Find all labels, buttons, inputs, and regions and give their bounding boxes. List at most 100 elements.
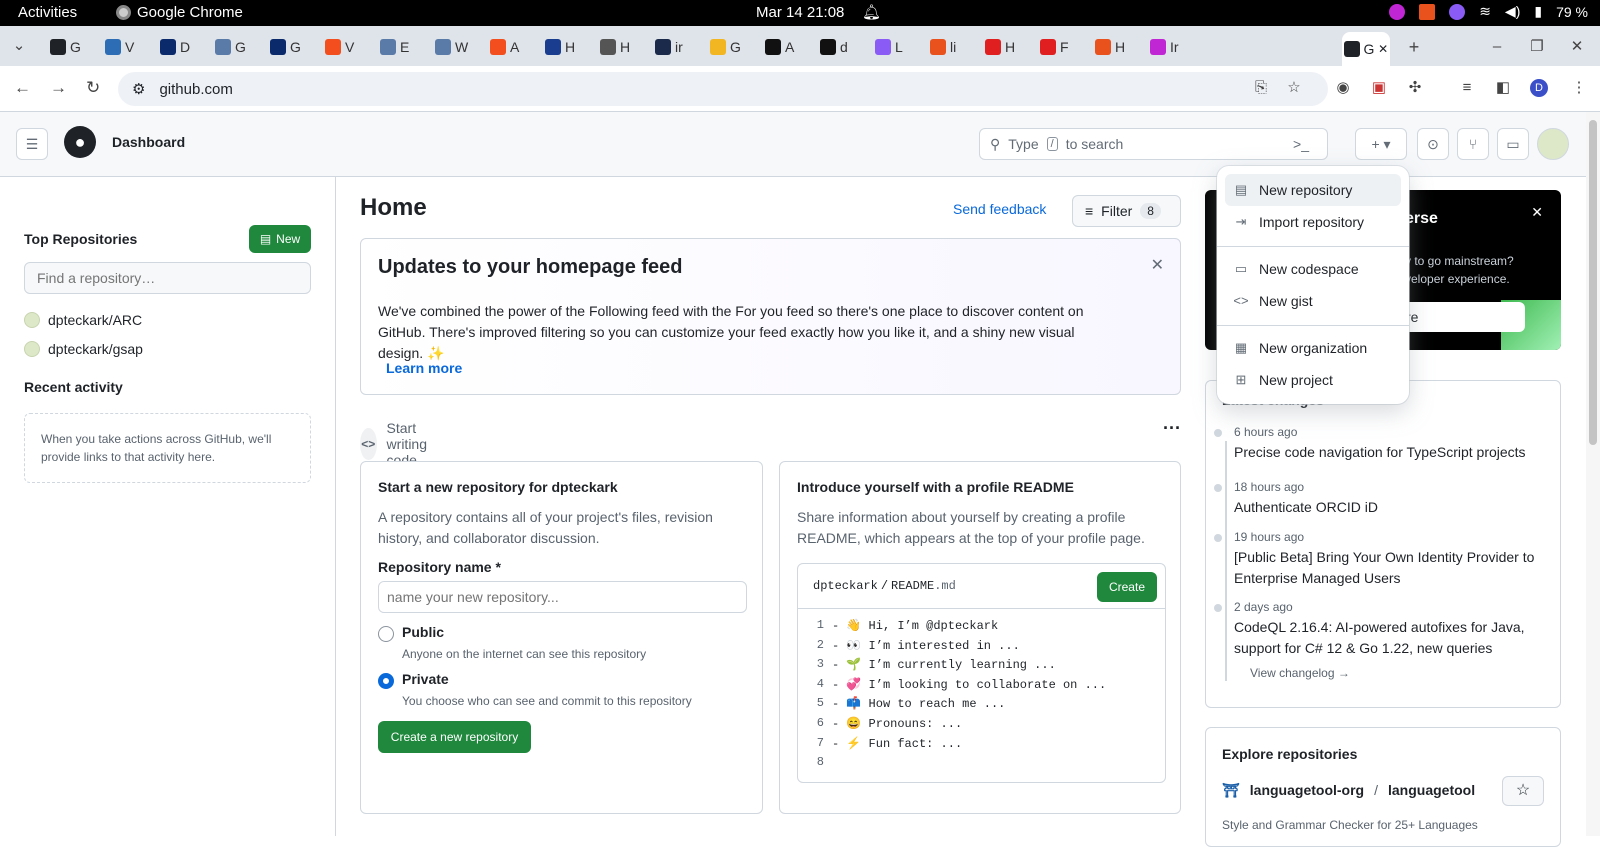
app-menu[interactable]: Google Chrome [116, 4, 243, 21]
extension-icon[interactable]: ◉ [1334, 79, 1352, 97]
browser-tab[interactable]: V [325, 35, 354, 59]
browser-tab[interactable]: d [820, 35, 848, 59]
restore-icon[interactable]: ❐ [1528, 38, 1546, 56]
browser-tab[interactable]: G [50, 35, 81, 59]
repo-link[interactable]: dpteckark/gsap [24, 341, 143, 357]
private-radio[interactable] [378, 673, 394, 689]
pull-requests-button[interactable]: ⑂ [1457, 128, 1489, 160]
active-tab[interactable]: G ✕ [1342, 32, 1390, 66]
git-pull-request-icon: ⑂ [1468, 136, 1478, 152]
browser-tab[interactable]: G [710, 35, 741, 59]
tab-search-chevron-icon[interactable]: ⌄ [10, 37, 28, 55]
browser-tab[interactable]: H [545, 35, 575, 59]
profile-avatar[interactable]: D [1530, 79, 1548, 97]
bookmark-star-icon[interactable]: ☆ [1285, 79, 1303, 97]
hamburger-menu-button[interactable]: ☰ [16, 128, 48, 160]
clock[interactable]: Mar 14 21:08 [756, 4, 844, 21]
close-icon[interactable]: ✕ [1531, 204, 1543, 221]
find-repository-input[interactable] [24, 262, 311, 294]
page-context-title[interactable]: Dashboard [112, 134, 185, 150]
tab-favicon [545, 39, 561, 55]
more-options-icon[interactable]: ··· [1163, 418, 1181, 439]
menu-item-new-organization[interactable]: ▦ New organization [1225, 332, 1401, 364]
browser-tab[interactable]: A [490, 35, 519, 59]
menu-item-new-project[interactable]: ⊞ New project [1225, 364, 1401, 396]
activities-button[interactable]: Activities [18, 4, 77, 21]
scrollbar-thumb[interactable] [1589, 120, 1597, 445]
issues-button[interactable]: ⊙ [1417, 128, 1449, 160]
search-input[interactable]: ⚲ Type / to search [979, 128, 1328, 160]
browser-tab[interactable]: Ir [1150, 35, 1179, 59]
close-tab-icon[interactable]: ✕ [1378, 42, 1388, 56]
command-palette-button[interactable]: >_ [1287, 128, 1315, 160]
send-feedback-link[interactable]: Send feedback [953, 201, 1063, 217]
close-icon[interactable]: ✕ [1151, 255, 1164, 275]
tab-title: G [730, 39, 741, 55]
changelog-item[interactable]: 18 hours ago Authenticate ORCID iD [1214, 480, 1544, 518]
promo-button[interactable]: re [1390, 302, 1525, 332]
new-tab-icon[interactable]: + [1405, 38, 1423, 56]
close-window-icon[interactable]: ✕ [1568, 38, 1586, 56]
learn-more-link[interactable]: Learn more [386, 360, 462, 376]
change-title: CodeQL 2.16.4: AI-powered autofixes for … [1234, 619, 1525, 656]
explore-repo-link[interactable]: ⛩ languagetool-org / languagetool [1222, 782, 1475, 799]
extension-icon[interactable]: ▣ [1370, 79, 1388, 97]
repo-name: languagetool [1388, 782, 1476, 798]
browser-tab[interactable]: F [1040, 35, 1069, 59]
line-text: - 📫 How to reach me ... [832, 697, 1006, 712]
changelog-item[interactable]: 6 hours ago Precise code navigation for T… [1214, 425, 1544, 463]
menu-item-new-repository[interactable]: ▤ New repository [1225, 174, 1401, 206]
address-bar[interactable]: ⚙︎ github.com [118, 72, 1328, 106]
tab-title: d [840, 39, 848, 55]
create-new-button[interactable]: + ▾ [1355, 128, 1407, 160]
timeline-dot [1214, 604, 1222, 612]
side-panel-icon[interactable]: ◧ [1494, 79, 1512, 97]
browser-tab[interactable]: G [215, 35, 246, 59]
inbox-button[interactable]: ▭ [1497, 128, 1529, 160]
reload-icon[interactable]: ↻ [86, 78, 100, 98]
media-controls-icon[interactable]: ≡ [1458, 79, 1476, 97]
user-avatar[interactable] [1537, 128, 1569, 160]
browser-tab[interactable]: W [435, 35, 468, 59]
menu-item-import-repository[interactable]: ⇥ Import repository [1225, 206, 1401, 238]
browser-menu-icon[interactable]: ⋮ [1570, 79, 1588, 97]
browser-tab[interactable]: L [875, 35, 903, 59]
browser-tab[interactable]: ir [655, 35, 683, 59]
public-radio[interactable] [378, 626, 394, 642]
os-top-bar: Activities Google Chrome Mar 14 21:08 🔔︎… [0, 0, 1600, 26]
create-repository-button[interactable]: Create a new repository [378, 721, 531, 753]
menu-item-new-codespace[interactable]: ▭ New codespace [1225, 253, 1401, 285]
browser-tab[interactable]: A [765, 35, 794, 59]
view-changelog-link[interactable]: View changelog → [1250, 666, 1350, 680]
repository-name-input[interactable] [378, 581, 747, 613]
changelog-item[interactable]: 2 days ago CodeQL 2.16.4: AI-powered auto… [1214, 600, 1544, 659]
github-logo-icon[interactable]: ● [64, 126, 96, 158]
browser-tab[interactable]: E [380, 35, 409, 59]
menu-item-label: Import repository [1259, 214, 1365, 230]
star-button[interactable]: ☆ [1502, 776, 1544, 806]
browser-tab[interactable]: H [1095, 35, 1125, 59]
repo-link[interactable]: dpteckark/ARC [24, 312, 142, 328]
system-tray[interactable]: ≋ ◀︎) ▮ 79 % [1389, 3, 1588, 20]
browser-tab[interactable]: H [600, 35, 630, 59]
browser-tab[interactable]: V [105, 35, 134, 59]
new-repository-button[interactable]: ▤ New [249, 225, 311, 253]
menu-item-new-gist[interactable]: <> New gist [1225, 285, 1401, 317]
browser-tab[interactable]: D [160, 35, 190, 59]
page-scrollbar[interactable] [1586, 112, 1600, 836]
tab-favicon [930, 39, 946, 55]
create-readme-button[interactable]: Create [1096, 572, 1157, 602]
browser-tab[interactable]: G [270, 35, 301, 59]
minimize-icon[interactable]: – [1488, 38, 1506, 56]
forward-icon[interactable]: → [50, 78, 67, 98]
extensions-puzzle-icon[interactable]: ✣ [1406, 79, 1424, 97]
card-description: Share information about yourself by crea… [797, 509, 1145, 546]
browser-tab[interactable]: H [985, 35, 1015, 59]
browser-tab[interactable]: li [930, 35, 956, 59]
install-app-icon[interactable]: ⎘ [1252, 79, 1270, 97]
site-info-icon[interactable]: ⚙︎ [132, 80, 145, 98]
back-icon[interactable]: ← [14, 78, 31, 98]
filter-button[interactable]: ≡ Filter 8 [1072, 195, 1181, 227]
changelog-item[interactable]: 19 hours ago [Public Beta] Bring Your Own… [1214, 530, 1544, 589]
tab-strip: ⌄ G V D G G V E W A H Hir G Ad Lli H F H Ir G ✕ + – ❐ ✕ [0, 26, 1600, 66]
